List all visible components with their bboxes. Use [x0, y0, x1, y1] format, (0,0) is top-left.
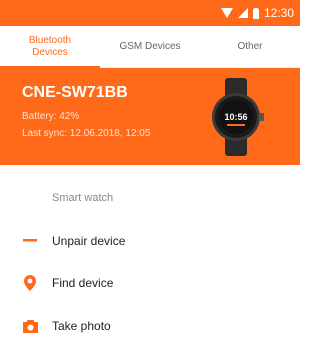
- take-photo-item[interactable]: Take photo: [0, 309, 300, 343]
- tab-other[interactable]: Other: [200, 26, 300, 67]
- device-tabs: Bluetooth Devices GSM Devices Other: [0, 26, 300, 68]
- tab-bluetooth-devices[interactable]: Bluetooth Devices: [0, 26, 100, 68]
- tab-label: Bluetooth Devices: [28, 34, 72, 58]
- tab-label: GSM Devices: [119, 40, 181, 52]
- section-label: Smart watch: [52, 192, 114, 204]
- camera-icon: [22, 318, 38, 334]
- find-device-item[interactable]: Find device: [0, 266, 300, 300]
- device-name: CNE-SW71BB: [22, 84, 128, 101]
- device-last-sync: Last sync: 12.06.2018, 12:05: [22, 128, 151, 139]
- menu-item-label: Find device: [52, 276, 114, 290]
- menu-item-label: Unpair device: [52, 234, 126, 248]
- battery-icon: [252, 7, 259, 19]
- menu-item-label: Take photo: [52, 319, 111, 333]
- unpair-device-item[interactable]: Unpair device: [0, 224, 300, 258]
- smartwatch-image: 10:56: [212, 78, 264, 156]
- status-time: 12:30: [263, 6, 294, 20]
- tab-gsm-devices[interactable]: GSM Devices: [100, 26, 200, 67]
- tab-label: Other: [237, 40, 263, 52]
- location-pin-icon: [22, 275, 38, 291]
- signal-icon: [237, 8, 248, 18]
- device-battery: Battery: 42%: [22, 111, 80, 122]
- watch-face-time: 10:56: [224, 112, 247, 122]
- status-bar: 12:30: [0, 0, 300, 26]
- device-card[interactable]: CNE-SW71BB Battery: 42% Last sync: 12.06…: [0, 68, 300, 165]
- minus-icon: [22, 233, 38, 249]
- wifi-icon: [220, 8, 233, 18]
